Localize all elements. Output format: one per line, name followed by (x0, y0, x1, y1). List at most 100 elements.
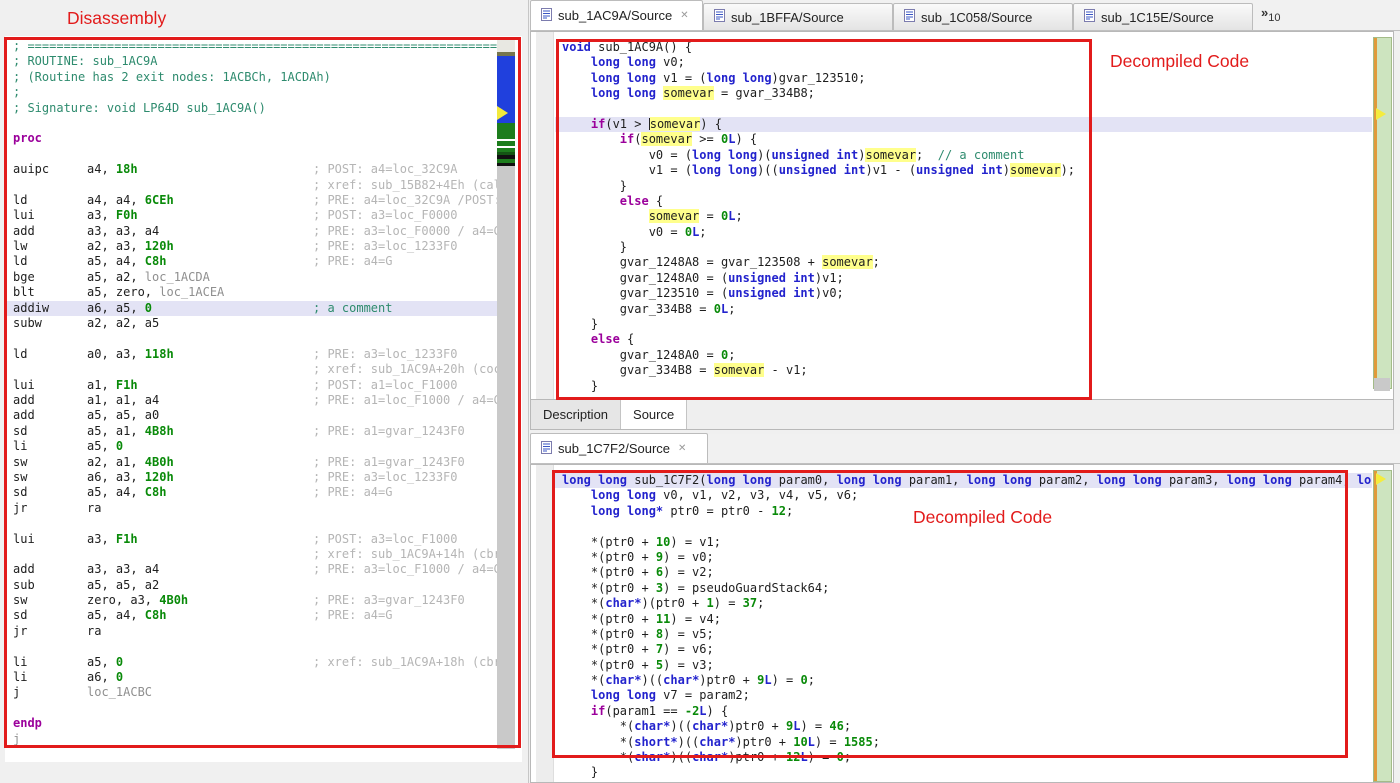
code-line: *(short*)((char*)ptr0 + 10L) = 1585; (555, 735, 1372, 750)
close-icon[interactable]: ✕ (680, 10, 688, 21)
code-line: v0 = 0L; (555, 225, 1372, 240)
disassembly-minimap[interactable] (497, 39, 515, 749)
minimap-segment (497, 163, 515, 166)
source-file-icon (541, 441, 552, 457)
tab-sub-1c15e-source[interactable]: sub_1C15E/Source (1073, 3, 1253, 30)
code-line: ; xref: sub_1AC9A+20h (coc (5, 362, 497, 377)
code-line: endp (5, 716, 497, 731)
code-line: long long v0; (555, 55, 1372, 70)
code-line (5, 516, 497, 531)
code-line (5, 639, 497, 654)
tab-sub-1ac9a-source[interactable]: sub_1AC9A/Source ✕ (530, 0, 703, 30)
decompiled-code-top[interactable]: void sub_1AC9A() { long long v0; long lo… (555, 32, 1372, 399)
code-line (5, 147, 497, 162)
code-line: if(v1 > somevar) { (555, 117, 1372, 132)
code-line: luia3, F0h; POST: a3=loc_F0000 (5, 208, 497, 223)
code-line: *(ptr0 + 3) = pseudoGuardStack64; (555, 581, 1372, 596)
code-line: subwa2, a2, a5 (5, 316, 497, 331)
code-line: jrra (5, 624, 497, 639)
code-line: luia1, F1h; POST: a1=loc_F1000 (5, 378, 497, 393)
code-line: adda3, a3, a4; PRE: a3=loc_F1000 / a4=G (5, 562, 497, 577)
tab-sub-1c058-source[interactable]: sub_1C058/Source (893, 3, 1073, 30)
code-line (555, 102, 1372, 117)
code-line: gvar_123510 = (unsigned int)v0; (555, 286, 1372, 301)
code-line: else { (555, 332, 1372, 347)
code-line: adda5, a5, a0 (5, 408, 497, 423)
overview-ruler[interactable] (1373, 37, 1392, 389)
code-line: lda5, a4, C8h; PRE: a4=G (5, 254, 497, 269)
editor-gutter (536, 32, 554, 399)
code-line: adda1, a1, a4; PRE: a1=loc_F1000 / a4=G (5, 393, 497, 408)
source-file-icon (904, 9, 915, 25)
code-line (5, 331, 497, 346)
code-line: swa6, a3, 120h; PRE: a3=loc_1233F0 (5, 470, 497, 485)
code-line: lia5, 0 (5, 439, 497, 454)
disassembly-code[interactable]: ; ======================================… (5, 39, 497, 757)
code-line: sda5, a4, C8h; PRE: a4=G (5, 608, 497, 623)
code-line: gvar_1248A0 = (unsigned int)v1; (555, 271, 1372, 286)
code-line: jloc_1ACBC (5, 685, 497, 700)
code-line: lia6, 0 (5, 670, 497, 685)
code-line: gvar_334B8 = 0L; (555, 302, 1372, 317)
panel-divider[interactable] (528, 0, 529, 783)
code-line: lda0, a3, 118h; PRE: a3=loc_1233F0 (5, 347, 497, 362)
code-line (5, 116, 497, 131)
decompiled-code-annotation-label: Decompiled Code (1110, 51, 1249, 72)
code-line: else { (555, 194, 1372, 209)
minimap-segment (497, 40, 515, 52)
tab-sub-1c7f2-source[interactable]: sub_1C7F2/Source ✕ (530, 433, 708, 463)
code-line: adda3, a3, a4; PRE: a3=loc_F0000 / a4=G (5, 224, 497, 239)
code-line: sda5, a1, 4B8h; PRE: a1=gvar_1243F0 (5, 424, 497, 439)
code-line: jrra (5, 501, 497, 516)
hidden-tab-count: 10 (1268, 12, 1280, 24)
tab-sub-1bffa-source[interactable]: sub_1BFFA/Source (703, 3, 893, 30)
code-line: j (5, 732, 497, 747)
code-line: ; ROUTINE: sub_1AC9A (5, 54, 497, 69)
code-line: v1 = (long long)((unsigned int)v1 - (uns… (555, 163, 1372, 178)
code-line: lda4, a4, 6CEh; PRE: a4=loc_32C9A /POST: (5, 193, 497, 208)
disassembly-annotation-label: Disassembly (67, 8, 166, 29)
code-line: long long v1 = (long long)gvar_123510; (555, 71, 1372, 86)
tab-label: sub_1AC9A/Source (558, 8, 672, 23)
source-file-icon (714, 9, 725, 25)
tab-label: sub_1BFFA/Source (731, 10, 844, 25)
code-line: long long v7 = param2; (555, 688, 1372, 703)
code-line: } (555, 317, 1372, 332)
tab-description[interactable]: Description (531, 400, 621, 429)
ruler-position-marker-icon (1376, 108, 1386, 120)
code-line: long long v0, v1, v2, v3, v4, v5, v6; (555, 488, 1372, 503)
app-window: Disassembly ; ==========================… (0, 0, 1400, 783)
code-line: swzero, a3, 4B0h; PRE: a3=gvar_1243F0 (5, 593, 497, 608)
code-line: auipca4, 18h; POST: a4=loc_32C9A (5, 162, 497, 177)
scrollbar-corner (1374, 378, 1390, 391)
overview-ruler[interactable] (1373, 470, 1392, 782)
code-line: proc (5, 131, 497, 146)
decompiler-editor-top: void sub_1AC9A() { long long v0; long lo… (530, 31, 1394, 400)
code-line: sda5, a4, C8h; PRE: a4=G (5, 485, 497, 500)
code-line: swa2, a1, 4B0h; PRE: a1=gvar_1243F0 (5, 455, 497, 470)
code-line: ; xref: sub_15B82+4Eh (cal (5, 178, 497, 193)
code-line: ; (5, 85, 497, 100)
code-line: } (555, 765, 1372, 780)
code-line: *(char*)((char*)ptr0 + 9L) = 0; (555, 673, 1372, 688)
code-line: lwa2, a3, 120h; PRE: a3=loc_1233F0 (5, 239, 497, 254)
code-line: ; ======================================… (5, 39, 497, 54)
code-line: gvar_1248A0 = 0; (555, 348, 1372, 363)
code-line: if(somevar >= 0L) { (555, 132, 1372, 147)
editor-page-tabs: Description Source (530, 400, 1394, 430)
code-line: addiwa6, a5, 0; a comment (5, 301, 497, 316)
code-line: } (555, 240, 1372, 255)
code-line: *(ptr0 + 5) = v3; (555, 658, 1372, 673)
ruler-change-stripe (1374, 38, 1377, 388)
editor-gutter (536, 465, 554, 782)
ruler-position-marker-icon (1376, 473, 1386, 485)
code-line: void sub_1AC9A() { (555, 40, 1372, 55)
tab-source[interactable]: Source (621, 400, 687, 429)
code-line: *(ptr0 + 7) = v6; (555, 642, 1372, 657)
ruler-change-stripe (1374, 471, 1377, 781)
tab-overflow-indicator[interactable]: »10 (1261, 4, 1280, 22)
code-line: long long somevar = gvar_334B8; (555, 86, 1372, 101)
close-icon[interactable]: ✕ (678, 443, 686, 454)
code-line: long long sub_1C7F2(long long param0, lo… (555, 473, 1372, 488)
code-line: ; xref: sub_1AC9A+14h (cbr (5, 547, 497, 562)
